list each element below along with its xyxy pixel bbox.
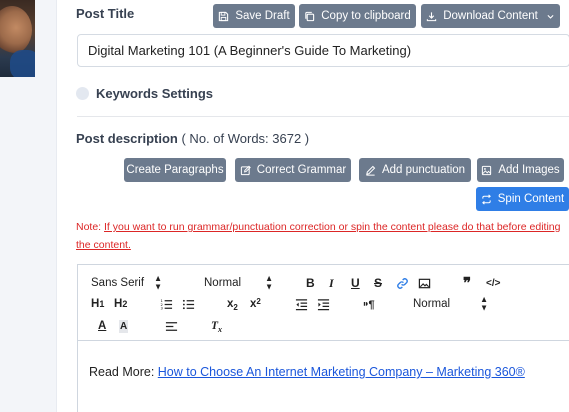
post-editor-panel: Post Title Save Draft Copy to clipboard … xyxy=(56,0,569,412)
chevron-down-icon xyxy=(547,14,554,19)
download-content-label: Download Content xyxy=(443,10,538,22)
text-color-icon[interactable]: A xyxy=(98,317,106,335)
text-direction-icon[interactable]: ⁍¶ xyxy=(363,295,375,313)
header-value: Normal xyxy=(413,298,451,310)
save-icon xyxy=(219,11,229,21)
header-1-icon[interactable]: H1 xyxy=(91,295,104,313)
keywords-settings-toggle[interactable] xyxy=(76,87,89,100)
create-paragraphs-label: Create Paragraphs xyxy=(126,164,224,176)
strike-icon[interactable]: S xyxy=(374,274,382,292)
clear-format-icon[interactable]: Tx xyxy=(211,317,222,335)
background-color-icon[interactable]: A xyxy=(119,320,129,333)
image-icon[interactable] xyxy=(418,274,431,292)
header-select[interactable]: Normal ▲ ▼ xyxy=(413,295,488,313)
add-images-label: Add Images xyxy=(498,164,560,176)
correct-grammar-button[interactable]: Correct Grammar xyxy=(235,158,351,182)
create-paragraphs-button[interactable]: Create Paragraphs xyxy=(124,158,226,182)
add-punctuation-button[interactable]: Add punctuation xyxy=(359,158,471,182)
edit-icon xyxy=(240,165,251,175)
save-draft-button[interactable]: Save Draft xyxy=(213,4,295,28)
blockquote-icon[interactable]: ❞ xyxy=(463,274,471,292)
indent-icon[interactable] xyxy=(317,295,330,313)
ordered-list-icon[interactable]: 123 xyxy=(160,295,173,313)
warning-note: Note: If you want to run grammar/punctua… xyxy=(76,218,566,254)
add-images-button[interactable]: Add Images xyxy=(477,158,564,182)
editor-content[interactable]: Read More: How to Choose An Internet Mar… xyxy=(89,365,525,379)
image-icon xyxy=(482,165,492,175)
add-punctuation-label: Add punctuation xyxy=(381,164,466,176)
header-2-icon[interactable]: H2 xyxy=(114,295,127,313)
repeat-icon xyxy=(481,194,491,204)
spin-content-button[interactable]: Spin Content xyxy=(476,187,569,211)
correct-grammar-label: Correct Grammar xyxy=(256,164,347,176)
bold-icon[interactable]: B xyxy=(306,274,315,292)
align-icon[interactable] xyxy=(165,317,178,335)
download-content-button[interactable]: Download Content xyxy=(421,4,560,28)
post-title-input[interactable]: Digital Marketing 101 (A Beginner's Guid… xyxy=(77,34,569,67)
note-prefix: Note: xyxy=(76,221,105,233)
left-rail xyxy=(0,0,56,412)
updown-icon: ▲ ▼ xyxy=(265,273,273,292)
superscript-icon[interactable]: x2 xyxy=(250,295,261,313)
updown-icon: ▲ ▼ xyxy=(480,294,488,313)
updown-icon: ▲ ▼ xyxy=(154,273,162,292)
link-icon[interactable] xyxy=(396,274,409,292)
outdent-icon[interactable] xyxy=(295,295,308,313)
post-title-label: Post Title xyxy=(76,6,135,21)
italic-icon[interactable]: I xyxy=(329,274,334,292)
font-family-select[interactable]: Sans Serif ▲ ▼ xyxy=(91,274,162,292)
read-more-prefix: Read More: xyxy=(89,365,158,379)
bullet-list-icon[interactable] xyxy=(182,295,195,313)
editor-toolbar: Sans Serif ▲ ▼ Normal ▲ ▼ B I U S ❞ </> H1… xyxy=(78,265,569,341)
copy-to-clipboard-label: Copy to clipboard xyxy=(321,10,411,22)
word-count: ( No. of Words: 3672 ) xyxy=(181,131,310,146)
font-family-value: Sans Serif xyxy=(91,277,145,289)
post-description-header: Post description ( No. of Words: 3672 ) xyxy=(76,131,309,146)
font-size-select[interactable]: Normal ▲ ▼ xyxy=(204,274,273,292)
read-more-link[interactable]: How to Choose An Internet Marketing Comp… xyxy=(158,365,525,379)
font-size-value: Normal xyxy=(204,277,242,289)
profile-image xyxy=(0,0,35,77)
svg-text:3: 3 xyxy=(160,306,163,310)
spin-content-label: Spin Content xyxy=(497,193,565,205)
section-divider xyxy=(77,116,569,117)
pencil-icon xyxy=(366,165,376,176)
copy-to-clipboard-button[interactable]: Copy to clipboard xyxy=(299,4,416,28)
save-draft-label: Save Draft xyxy=(235,10,290,22)
keywords-settings-label: Keywords Settings xyxy=(96,86,214,101)
download-icon xyxy=(427,11,437,21)
note-text: If you want to run grammar/punctuation c… xyxy=(76,221,561,251)
code-block-icon[interactable]: </> xyxy=(486,274,500,292)
post-description-label: Post description xyxy=(76,131,178,146)
subscript-icon[interactable]: x2 xyxy=(227,295,238,313)
copy-icon xyxy=(305,11,315,21)
underline-icon[interactable]: U xyxy=(351,274,360,292)
rich-text-editor[interactable]: Sans Serif ▲ ▼ Normal ▲ ▼ B I U S ❞ </> H1… xyxy=(77,264,569,412)
